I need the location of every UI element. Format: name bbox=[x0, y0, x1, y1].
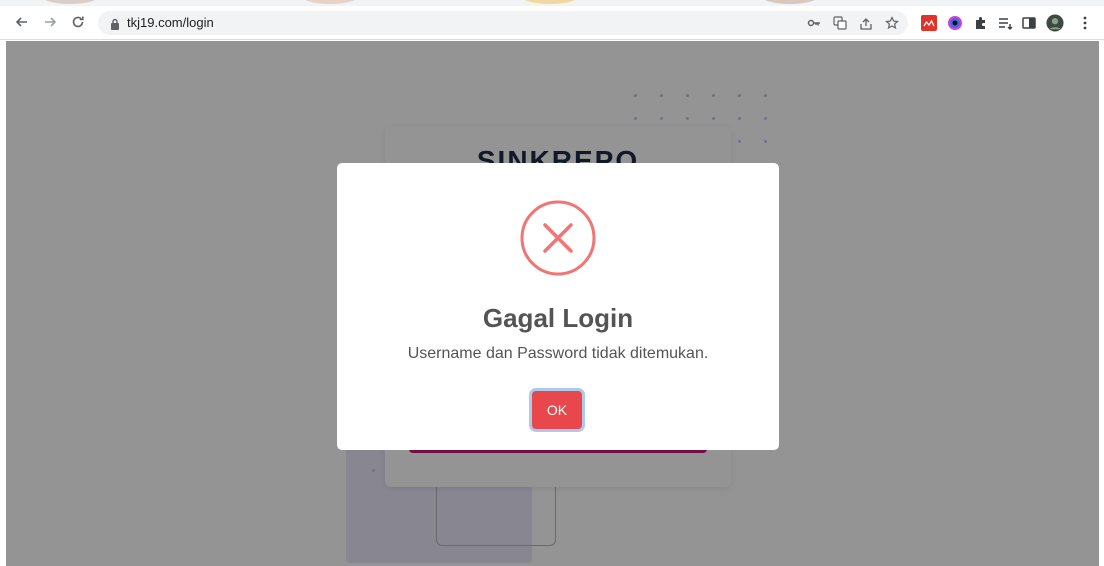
extension-red-icon[interactable] bbox=[920, 14, 938, 32]
key-icon[interactable] bbox=[806, 15, 822, 31]
address-bar[interactable]: tkj19.com/login bbox=[98, 11, 908, 35]
profile-avatar-icon[interactable] bbox=[1046, 14, 1064, 32]
url-text[interactable]: tkj19.com/login bbox=[127, 15, 214, 30]
error-dialog: Gagal Login Username dan Password tidak … bbox=[337, 163, 779, 450]
browser-toolbar: tkj19.com/login bbox=[0, 6, 1104, 40]
puzzle-icon[interactable] bbox=[972, 14, 990, 32]
translate-icon[interactable] bbox=[832, 15, 848, 31]
bookmark-star-icon[interactable] bbox=[884, 15, 900, 31]
lock-icon[interactable] bbox=[110, 17, 120, 35]
menu-kebab-icon[interactable] bbox=[1076, 14, 1094, 32]
side-panel-icon[interactable] bbox=[1020, 14, 1038, 32]
back-icon[interactable] bbox=[10, 10, 34, 34]
share-icon[interactable] bbox=[858, 15, 874, 31]
dialog-title: Gagal Login bbox=[482, 303, 634, 333]
ok-button[interactable]: OK bbox=[532, 391, 582, 429]
error-x-icon bbox=[519, 199, 597, 277]
reload-icon[interactable] bbox=[66, 10, 90, 34]
dialog-message: Username dan Password tidak ditemukan. bbox=[407, 345, 709, 362]
reading-list-icon[interactable] bbox=[996, 14, 1014, 32]
extension-color-icon[interactable] bbox=[946, 14, 964, 32]
forward-icon[interactable] bbox=[38, 10, 62, 34]
